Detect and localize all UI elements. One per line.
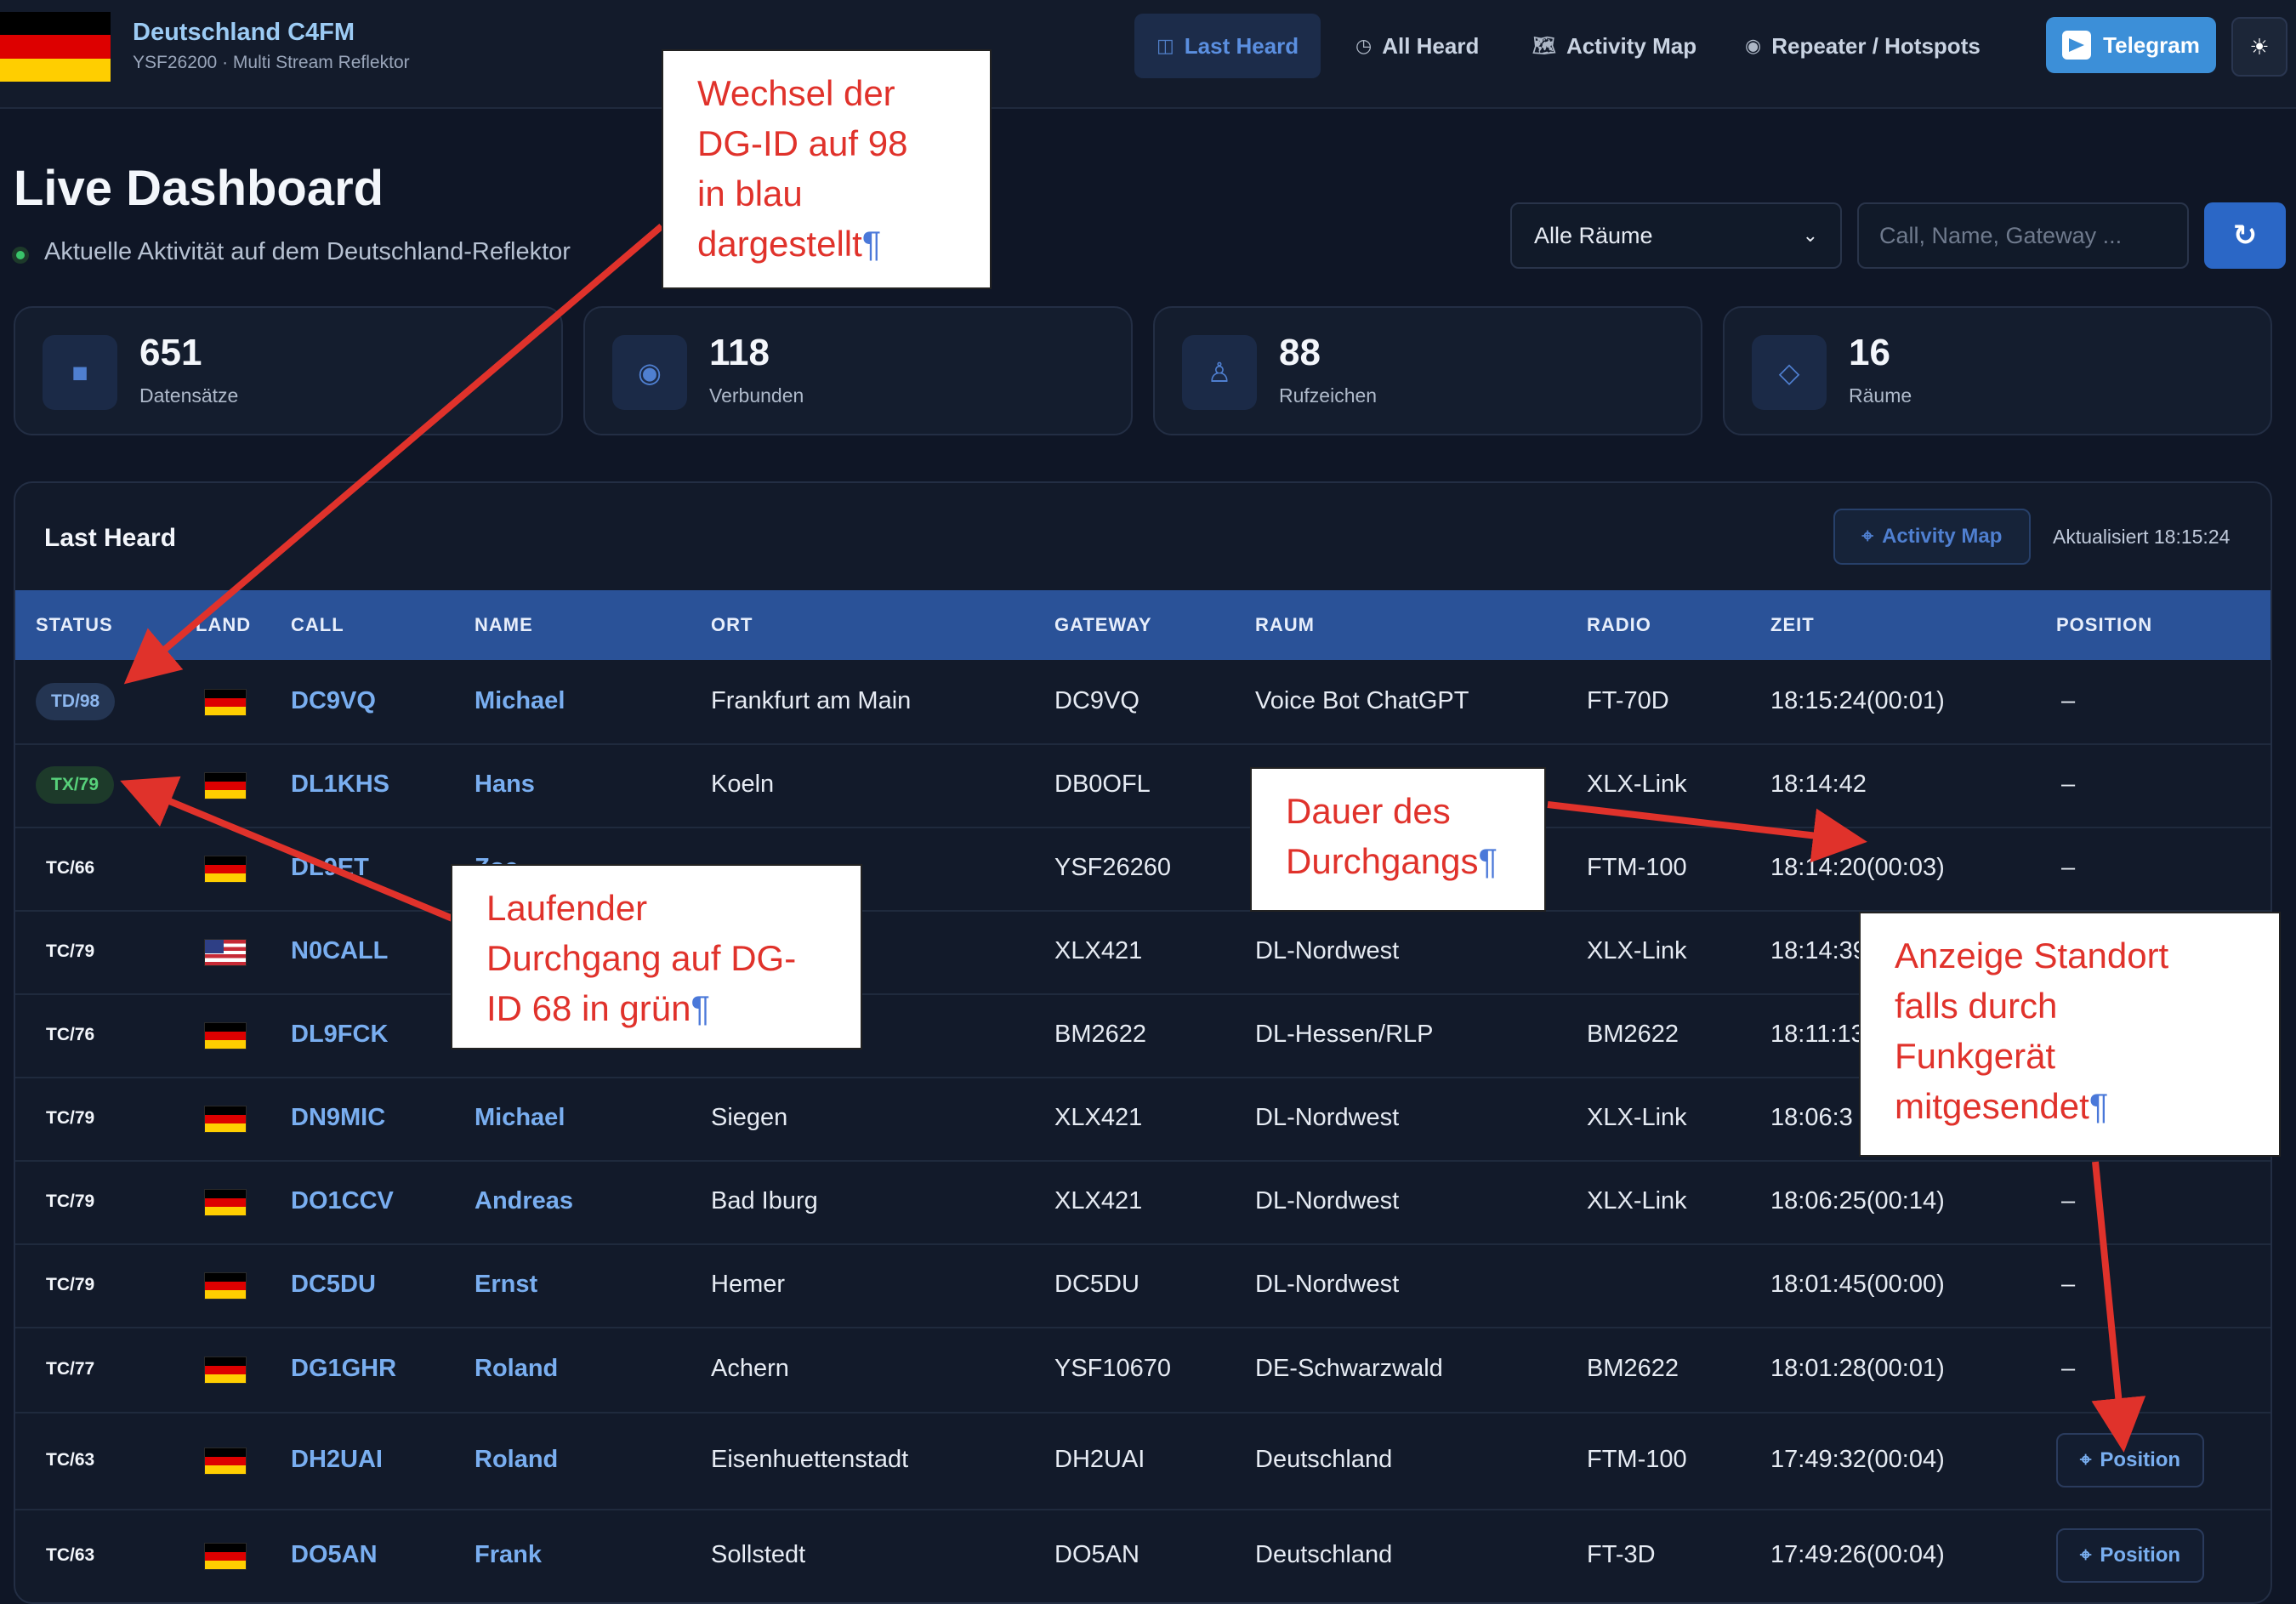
annotation-duration: Dauer des Durchgangs¶ [1250,767,1546,912]
annotation-line: ID 68 in grün¶ [486,988,711,1028]
annotation-arrows [120,223,2146,1453]
annotation-line: DG-ID auf 98 [697,123,908,163]
arrow-position [2091,1161,2146,1453]
annotation-line: dargestellt¶ [697,224,882,264]
annotation-position: Anzeige Standort falls durch Funkgerät m… [1859,912,2281,1157]
annotation-line: in blau [697,173,803,213]
annotation-line: Durchgang auf DG- [486,938,797,978]
annotation-line: falls durch [1895,986,2058,1026]
arrow-running-transmission [120,776,454,922]
annotation-line: Funkgerät [1895,1036,2056,1076]
annotation-line: mitgesendet¶ [1895,1086,2109,1126]
arrow-duration [1547,801,1867,863]
annotation-line: Laufender [486,888,648,928]
annotation-line: Durchgangs¶ [1286,841,1498,881]
annotation-line: Dauer des [1286,791,1451,831]
annotation-running-transmission: Laufender Durchgang auf DG- ID 68 in grü… [451,864,862,1049]
arrow-dgid-change [123,223,664,685]
annotation-line: Anzeige Standort [1895,936,2169,975]
annotation-dgid-change: Wechsel der DG-ID auf 98 in blau dargest… [662,49,992,289]
annotation-line: Wechsel der [697,73,895,113]
